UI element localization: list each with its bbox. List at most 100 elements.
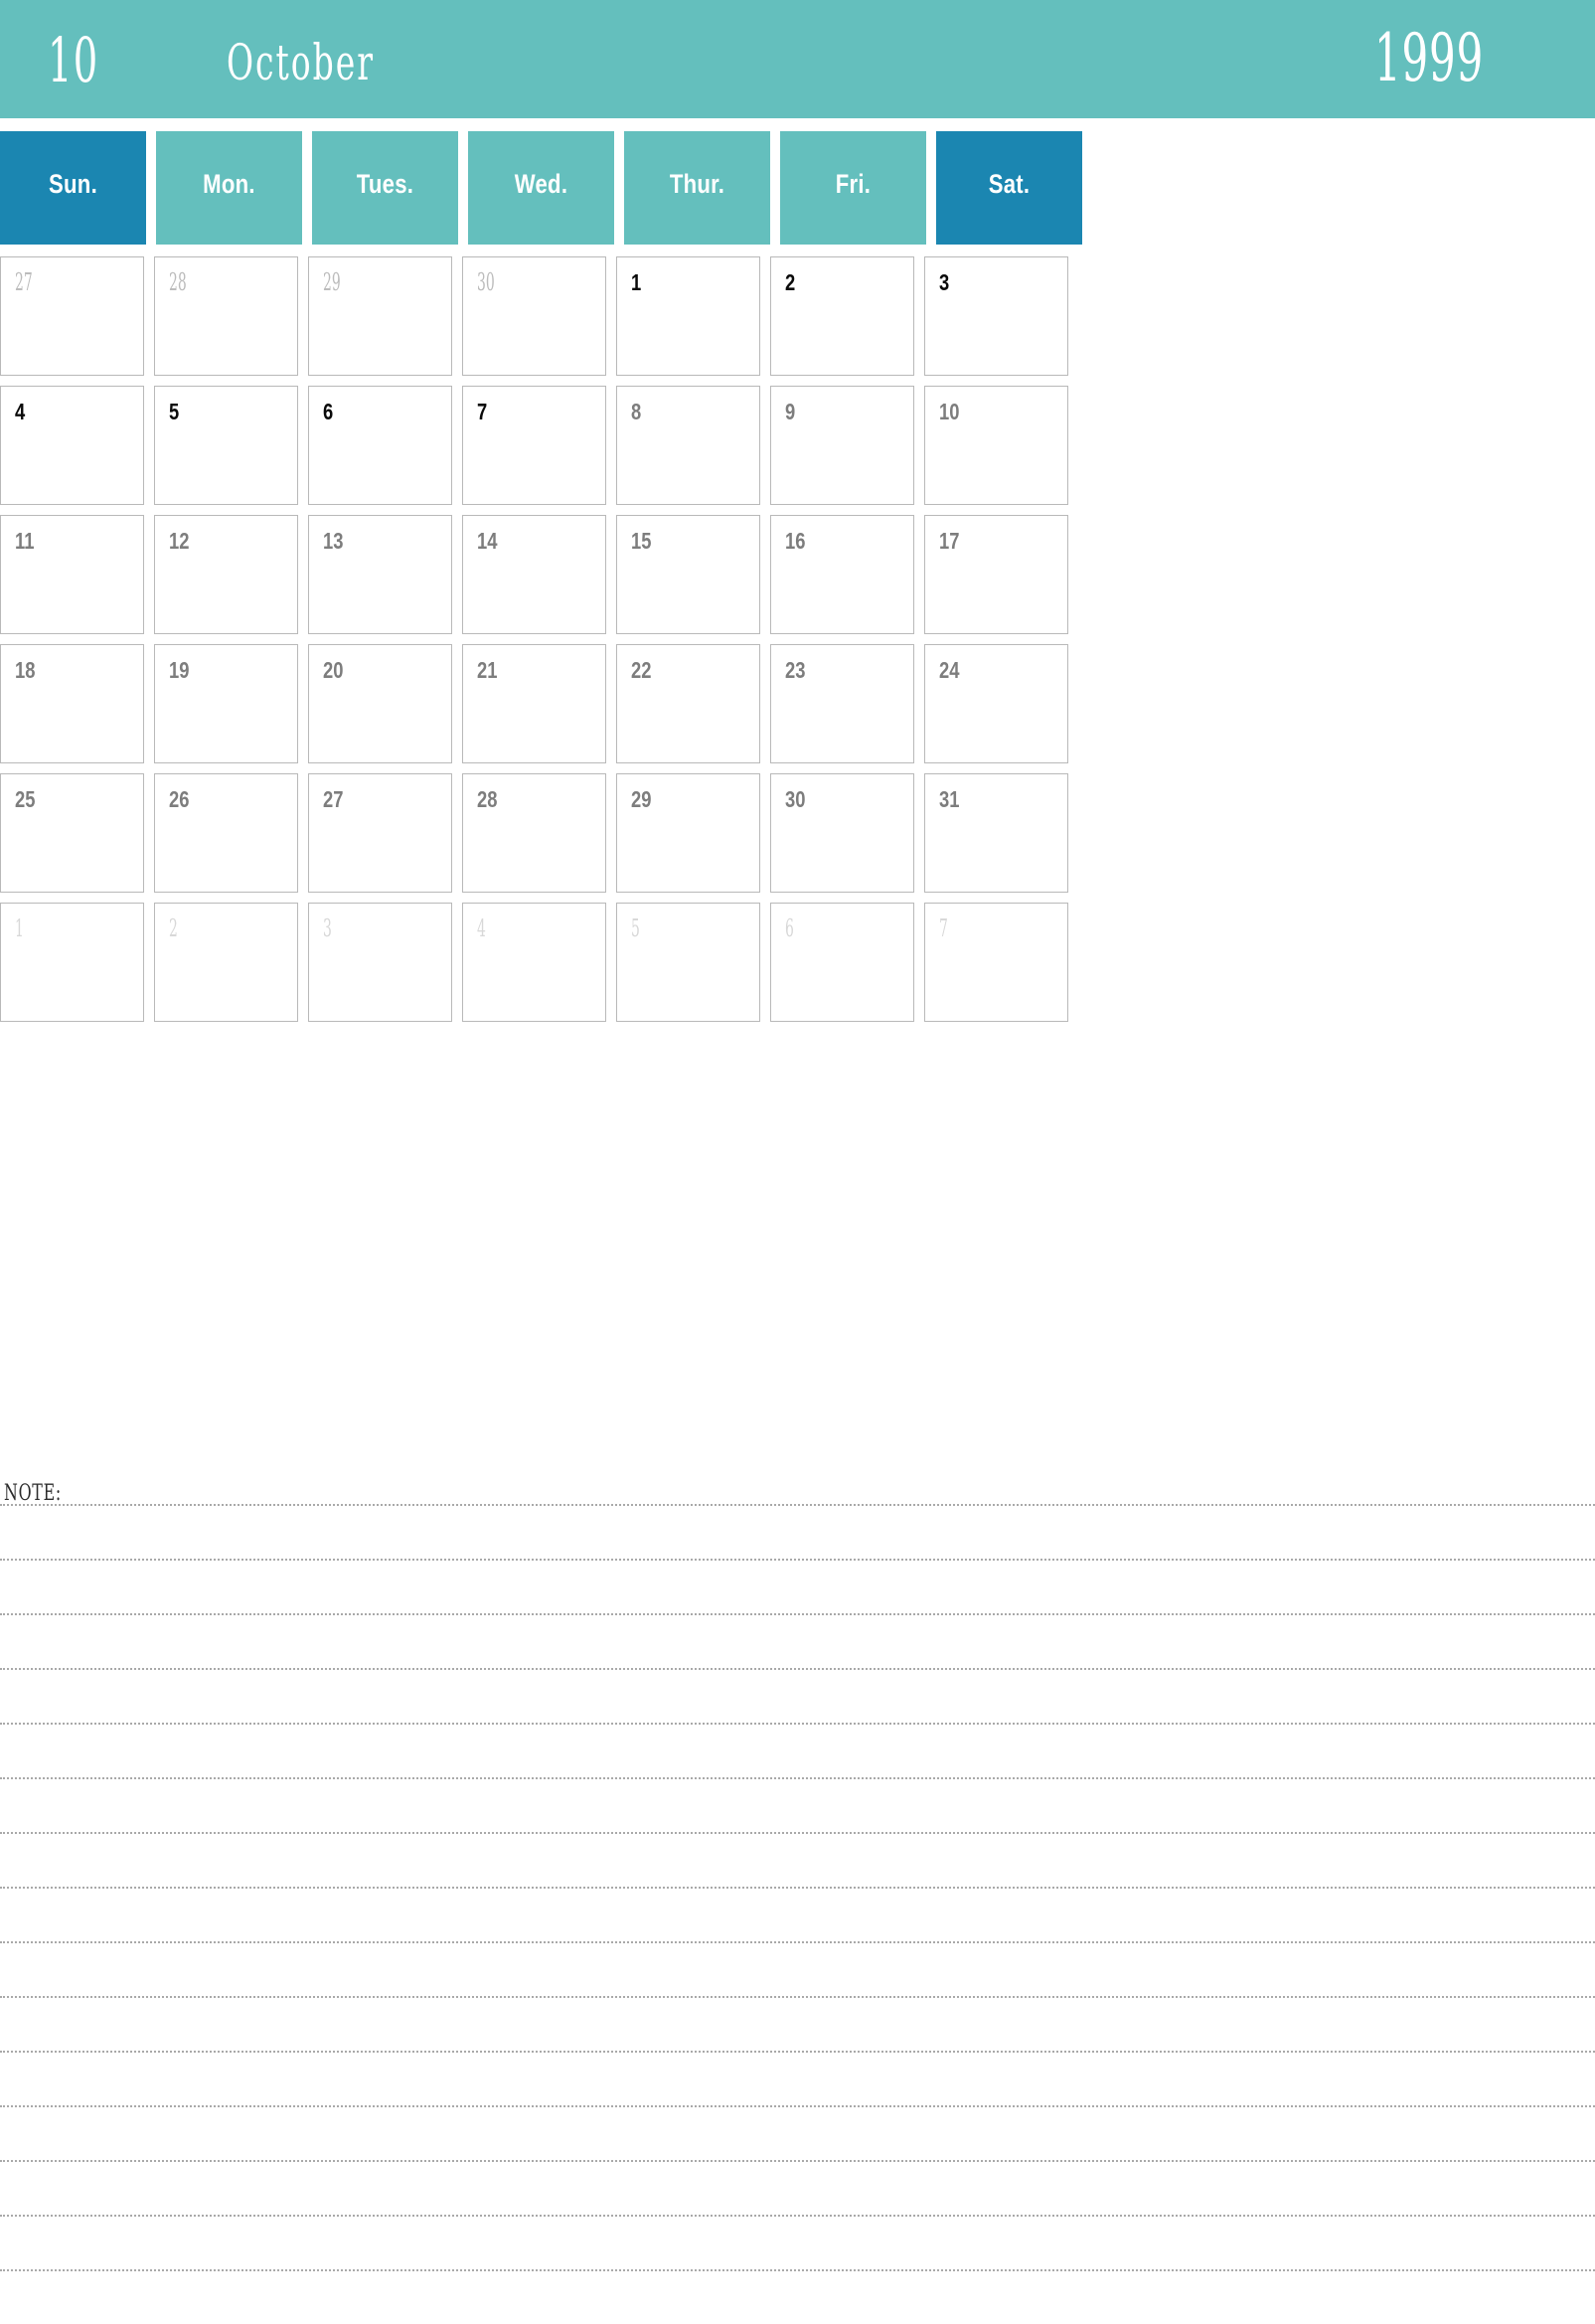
date-number: 11 bbox=[15, 528, 35, 554]
weekday-label: Thur. bbox=[669, 169, 725, 199]
date-cell[interactable]: 3 bbox=[924, 256, 1068, 376]
weekday-header-sat[interactable]: Sat. bbox=[936, 131, 1082, 245]
date-cell[interactable]: 27 bbox=[0, 256, 144, 376]
date-cell[interactable]: 6 bbox=[308, 386, 452, 505]
note-rule-line[interactable] bbox=[0, 1613, 1595, 1616]
note-rule-line[interactable] bbox=[0, 1832, 1595, 1835]
date-cell[interactable]: 25 bbox=[0, 773, 144, 893]
date-cell[interactable]: 4 bbox=[462, 903, 606, 1022]
date-number: 5 bbox=[169, 399, 180, 424]
date-cell[interactable]: 11 bbox=[0, 515, 144, 634]
date-cell[interactable]: 7 bbox=[462, 386, 606, 505]
date-number: 12 bbox=[169, 528, 190, 554]
date-number: 23 bbox=[785, 657, 806, 683]
weekday-header-row: Sun. Mon. Tues. Wed. Thur. Fri. Sat. bbox=[0, 131, 1595, 245]
date-cell[interactable]: 13 bbox=[308, 515, 452, 634]
week-row: 27 28 29 30 1 2 3 bbox=[0, 256, 1595, 376]
date-number: 30 bbox=[785, 786, 806, 812]
date-cell[interactable]: 14 bbox=[462, 515, 606, 634]
month-number: 10 bbox=[48, 24, 99, 96]
date-cell[interactable]: 28 bbox=[462, 773, 606, 893]
note-rule-line[interactable] bbox=[0, 1723, 1595, 1726]
week-row: 4 5 6 7 8 9 10 bbox=[0, 386, 1595, 505]
date-cell[interactable]: 17 bbox=[924, 515, 1068, 634]
date-cell[interactable]: 12 bbox=[154, 515, 298, 634]
date-number: 2 bbox=[169, 914, 178, 942]
weekday-header-mon[interactable]: Mon. bbox=[156, 131, 302, 245]
date-number: 21 bbox=[477, 657, 498, 683]
date-cell[interactable]: 2 bbox=[154, 903, 298, 1022]
date-cell[interactable]: 21 bbox=[462, 644, 606, 763]
date-cell[interactable]: 16 bbox=[770, 515, 914, 634]
date-cell[interactable]: 27 bbox=[308, 773, 452, 893]
date-number: 6 bbox=[785, 914, 794, 942]
date-cell[interactable]: 5 bbox=[154, 386, 298, 505]
date-cell[interactable]: 29 bbox=[616, 773, 760, 893]
month-name: October bbox=[227, 34, 375, 91]
note-rule-line[interactable] bbox=[0, 2269, 1595, 2272]
date-cell[interactable]: 6 bbox=[770, 903, 914, 1022]
date-cell[interactable]: 8 bbox=[616, 386, 760, 505]
date-cell[interactable]: 1 bbox=[0, 903, 144, 1022]
weekday-header-sun[interactable]: Sun. bbox=[0, 131, 146, 245]
note-rule-line[interactable] bbox=[0, 1887, 1595, 1890]
weekday-label: Sun. bbox=[49, 169, 97, 199]
date-cell[interactable]: 10 bbox=[924, 386, 1068, 505]
date-cell[interactable]: 26 bbox=[154, 773, 298, 893]
date-cell[interactable]: 24 bbox=[924, 644, 1068, 763]
date-cell[interactable]: 19 bbox=[154, 644, 298, 763]
date-number: 18 bbox=[15, 657, 36, 683]
date-cell[interactable]: 7 bbox=[924, 903, 1068, 1022]
date-number: 10 bbox=[939, 399, 960, 424]
note-rule-line[interactable] bbox=[0, 1668, 1595, 1671]
date-number: 6 bbox=[323, 399, 334, 424]
note-rule-line[interactable] bbox=[0, 1777, 1595, 1780]
weekday-header-thur[interactable]: Thur. bbox=[624, 131, 770, 245]
date-number: 26 bbox=[169, 786, 190, 812]
note-rule-line[interactable] bbox=[0, 1996, 1595, 1999]
date-cell[interactable]: 20 bbox=[308, 644, 452, 763]
note-rule-line[interactable] bbox=[0, 2160, 1595, 2163]
date-number: 28 bbox=[169, 268, 187, 296]
date-cell[interactable]: 3 bbox=[308, 903, 452, 1022]
date-cell[interactable]: 5 bbox=[616, 903, 760, 1022]
note-rule-line[interactable] bbox=[0, 1504, 1595, 1507]
calendar-date-grid: 27 28 29 30 1 2 3 4 5 6 7 8 9 10 11 12 13 14 15 16 17 18 19 20 2… bbox=[0, 256, 1595, 1032]
date-cell[interactable]: 2 bbox=[770, 256, 914, 376]
date-cell[interactable]: 18 bbox=[0, 644, 144, 763]
date-cell[interactable]: 1 bbox=[616, 256, 760, 376]
date-cell[interactable]: 23 bbox=[770, 644, 914, 763]
date-number: 3 bbox=[323, 914, 332, 942]
date-cell[interactable]: 9 bbox=[770, 386, 914, 505]
note-lines[interactable] bbox=[0, 1504, 1595, 2324]
note-rule-line[interactable] bbox=[0, 2105, 1595, 2108]
note-rule-line[interactable] bbox=[0, 2215, 1595, 2218]
date-number: 1 bbox=[15, 914, 24, 942]
date-number: 7 bbox=[939, 914, 948, 942]
date-cell[interactable]: 22 bbox=[616, 644, 760, 763]
weekday-header-tues[interactable]: Tues. bbox=[312, 131, 458, 245]
date-number: 30 bbox=[477, 268, 495, 296]
date-cell[interactable]: 29 bbox=[308, 256, 452, 376]
note-rule-line[interactable] bbox=[0, 2051, 1595, 2054]
date-cell[interactable]: 15 bbox=[616, 515, 760, 634]
date-cell[interactable]: 30 bbox=[462, 256, 606, 376]
date-cell[interactable]: 30 bbox=[770, 773, 914, 893]
date-number: 31 bbox=[939, 786, 960, 812]
weekday-header-fri[interactable]: Fri. bbox=[780, 131, 926, 245]
banner-inner: 10 October 1999 bbox=[0, 0, 1595, 118]
month-banner: 10 October 1999 bbox=[0, 0, 1595, 118]
weekday-header-wed[interactable]: Wed. bbox=[468, 131, 614, 245]
note-rule-line[interactable] bbox=[0, 1559, 1595, 1562]
date-number: 1 bbox=[631, 269, 642, 295]
weekday-label: Fri. bbox=[835, 169, 872, 199]
date-cell[interactable]: 28 bbox=[154, 256, 298, 376]
date-number: 5 bbox=[631, 914, 640, 942]
date-number: 17 bbox=[939, 528, 960, 554]
weekday-label: Wed. bbox=[514, 169, 568, 199]
date-cell[interactable]: 4 bbox=[0, 386, 144, 505]
note-rule-line[interactable] bbox=[0, 1941, 1595, 1944]
date-cell[interactable]: 31 bbox=[924, 773, 1068, 893]
weekday-label: Tues. bbox=[356, 169, 414, 199]
week-row: 25 26 27 28 29 30 31 bbox=[0, 773, 1595, 893]
